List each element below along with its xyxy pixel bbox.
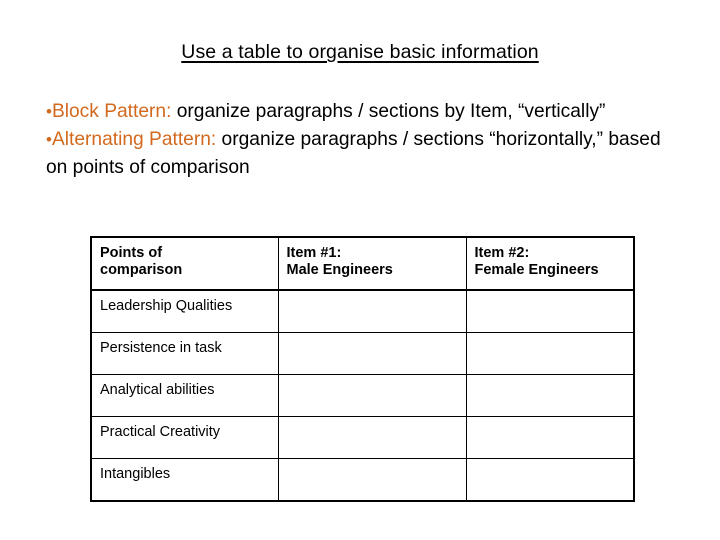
table-cell-item1[interactable]	[277, 374, 467, 417]
table-cell-item2-value	[475, 340, 634, 341]
table-cell-item2-value	[475, 382, 634, 383]
table-cell-item1[interactable]	[277, 458, 467, 502]
table-row: Analytical abilities	[90, 374, 635, 417]
bullet-lead-in: Block Pattern:	[51, 101, 172, 122]
page-title-text: Use a table to organise basic informatio…	[181, 41, 539, 63]
table-cell-point: Intangibles	[90, 458, 279, 502]
slide-canvas: Use a table to organise basic informatio…	[0, 0, 720, 540]
table-cell-item2-value	[475, 298, 634, 299]
table-cell-item1[interactable]	[277, 416, 467, 459]
table-cell-point: Persistence in task	[90, 332, 279, 375]
comparison-table-container: Points of comparison Item #1: Male Engin…	[90, 236, 635, 502]
table-header-cell-item-1: Item #1: Male Engineers	[277, 236, 467, 291]
table-header-cell-item-2: Item #2: Female Engineers	[465, 236, 635, 291]
table-cell-item2-value	[475, 466, 634, 467]
table-cell-item2[interactable]	[465, 458, 635, 502]
bullet-lead-in: Alternating Pattern:	[51, 129, 217, 150]
header-line-1: Points of	[100, 245, 163, 261]
table-cell-item2[interactable]	[465, 416, 635, 459]
header-line-2: Female Engineers	[474, 262, 599, 278]
table-cell-item2[interactable]	[465, 374, 635, 417]
bullet-list: •Block Pattern: organize paragraphs / se…	[46, 98, 671, 182]
table-header: Points of comparison Item #1: Male Engin…	[90, 236, 635, 291]
table-cell-item1-value	[287, 466, 466, 467]
comparison-table: Points of comparison Item #1: Male Engin…	[90, 236, 635, 502]
table-row: Leadership Qualities	[90, 289, 635, 333]
table-row: Practical Creativity	[90, 416, 635, 459]
header-line-1: Item #2:	[474, 245, 530, 261]
table-cell-item1-value	[287, 298, 466, 299]
table-cell-item2[interactable]	[465, 332, 635, 375]
table-cell-item1-value	[287, 340, 466, 341]
table-header-row: Points of comparison Item #1: Male Engin…	[90, 236, 635, 291]
table-cell-point: Leadership Qualities	[90, 289, 279, 333]
bullet-body-text: organize paragraphs / sections by Item, …	[171, 101, 606, 122]
table-cell-point: Analytical abilities	[90, 374, 279, 417]
table-row: Intangibles	[90, 458, 635, 502]
table-header-cell-points-of-comparison: Points of comparison	[90, 236, 279, 291]
table-cell-item1[interactable]	[277, 332, 467, 375]
table-cell-item1[interactable]	[277, 289, 467, 333]
table-row: Persistence in task	[90, 332, 635, 375]
list-item: •Alternating Pattern: organize paragraph…	[46, 126, 671, 182]
table-cell-item1-value	[287, 424, 466, 425]
header-line-1: Item #1:	[286, 245, 342, 261]
page-title: Use a table to organise basic informatio…	[0, 41, 720, 64]
header-line-2: Male Engineers	[286, 262, 393, 278]
list-item: •Block Pattern: organize paragraphs / se…	[46, 98, 671, 126]
table-cell-item2-value	[475, 424, 634, 425]
table-cell-point: Practical Creativity	[90, 416, 279, 459]
header-line-2: comparison	[100, 262, 183, 278]
table-cell-item2[interactable]	[465, 289, 635, 333]
table-body: Leadership Qualities Persistence in task…	[90, 289, 635, 502]
table-cell-item1-value	[287, 382, 466, 383]
